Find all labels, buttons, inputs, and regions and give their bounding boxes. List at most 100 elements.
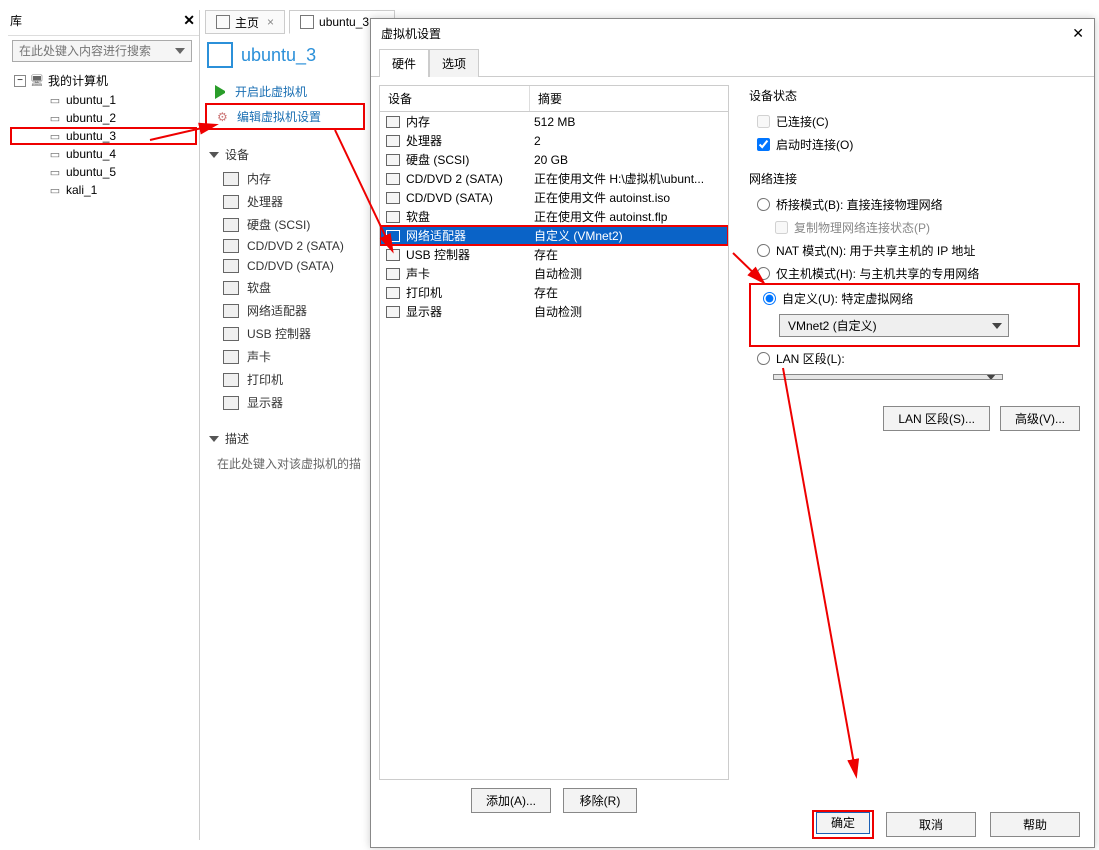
device-icon [386, 287, 400, 299]
tree-item-kali-1[interactable]: ▭kali_1 [10, 181, 197, 199]
device-nic[interactable]: 网络适配器 [205, 299, 365, 322]
tree-item-ubuntu-5[interactable]: ▭ubuntu_5 [10, 163, 197, 181]
disk-icon [223, 218, 239, 232]
table-row[interactable]: CD/DVD 2 (SATA)正在使用文件 H:\虚拟机\ubunt... [380, 169, 728, 188]
vm-icon: ▭ [48, 183, 62, 197]
device-icon [386, 306, 400, 318]
tree-item-ubuntu-2[interactable]: ▭ubuntu_2 [10, 109, 197, 127]
hostonly-radio[interactable]: 仅主机模式(H): 与主机共享的专用网络 [749, 262, 1080, 285]
state-header: 设备状态 [749, 87, 1080, 104]
custom-network-highlight: 自定义(U): 特定虚拟网络 VMnet2 (自定义) [749, 283, 1080, 347]
vm-icon: ▭ [48, 165, 62, 179]
advanced-button[interactable]: 高级(V)... [1000, 406, 1080, 431]
ok-highlight: 确定 [814, 812, 872, 837]
device-floppy[interactable]: 软盘 [205, 276, 365, 299]
library-panel: 库 ✕ − 🖥 我的计算机 ▭ubuntu_1 ▭ubuntu_2 ▭ubunt… [8, 10, 200, 840]
description-header: 描述 [209, 430, 365, 447]
add-button[interactable]: 添加(A)... [471, 788, 551, 813]
custom-radio[interactable]: 自定义(U): 特定虚拟网络 [755, 287, 1074, 310]
custom-network-select[interactable]: VMnet2 (自定义) [779, 314, 1009, 337]
table-row[interactable]: CD/DVD (SATA)正在使用文件 autoinst.iso [380, 188, 728, 207]
tree-item-ubuntu-3[interactable]: ▭ubuntu_3 [10, 127, 197, 145]
network-header: 网络连接 [749, 170, 1080, 187]
network-icon [223, 304, 239, 318]
vm-icon: ▭ [48, 93, 62, 107]
vm-icon: ▭ [48, 111, 62, 125]
display-icon [223, 396, 239, 410]
help-button[interactable]: 帮助 [990, 812, 1080, 837]
tab-home[interactable]: 主页× [205, 10, 285, 34]
vm-settings-dialog: 虚拟机设置 ✕ 硬件 选项 设备 摘要 内存512 MB处理器2硬盘 (SCSI)… [370, 18, 1095, 848]
table-row[interactable]: 打印机存在 [380, 283, 728, 302]
description-hint[interactable]: 在此处键入对该虚拟机的描 [205, 451, 365, 476]
remove-button[interactable]: 移除(R) [563, 788, 637, 813]
table-row[interactable]: USB 控制器存在 [380, 245, 728, 264]
device-printer[interactable]: 打印机 [205, 368, 365, 391]
memory-icon [223, 172, 239, 186]
play-icon [215, 85, 229, 99]
edit-settings-button[interactable]: ⚙编辑虚拟机设置 [205, 103, 365, 130]
device-cd[interactable]: CD/DVD (SATA) [205, 256, 365, 276]
tree-root[interactable]: − 🖥 我的计算机 [10, 70, 197, 91]
col-summary: 摘要 [530, 86, 728, 111]
lan-segment-select [773, 374, 1003, 380]
computer-icon: 🖥 [30, 74, 44, 88]
tab-hardware[interactable]: 硬件 [379, 49, 429, 77]
device-icon [386, 268, 400, 280]
devices-header: 设备 [209, 146, 365, 163]
device-icon [386, 116, 400, 128]
cd-icon [223, 239, 239, 253]
cd-icon [223, 259, 239, 273]
vm-icon [207, 42, 233, 68]
device-sound[interactable]: 声卡 [205, 345, 365, 368]
device-display[interactable]: 显示器 [205, 391, 365, 414]
device-settings-pane: 设备状态 已连接(C) 启动时连接(O) 网络连接 桥接模式(B): 直接连接物… [729, 85, 1086, 821]
table-row[interactable]: 显示器自动检测 [380, 302, 728, 321]
sound-icon [223, 350, 239, 364]
device-icon [386, 135, 400, 147]
nat-radio[interactable]: NAT 模式(N): 用于共享主机的 IP 地址 [749, 239, 1080, 262]
tab-options[interactable]: 选项 [429, 49, 479, 77]
home-icon [216, 15, 230, 29]
table-row[interactable]: 软盘正在使用文件 autoinst.flp [380, 207, 728, 226]
usb-icon [223, 327, 239, 341]
close-icon[interactable]: ✕ [183, 12, 195, 29]
device-cd2[interactable]: CD/DVD 2 (SATA) [205, 236, 365, 256]
bridged-radio[interactable]: 桥接模式(B): 直接连接物理网络 [749, 193, 1080, 216]
table-row[interactable]: 网络适配器自定义 (VMnet2) [380, 226, 728, 245]
close-icon[interactable]: ✕ [1072, 25, 1084, 42]
close-icon[interactable]: × [267, 15, 274, 29]
table-row[interactable]: 声卡自动检测 [380, 264, 728, 283]
connected-checkbox[interactable]: 已连接(C) [749, 110, 1080, 133]
tree-item-ubuntu-1[interactable]: ▭ubuntu_1 [10, 91, 197, 109]
device-icon [386, 249, 400, 261]
printer-icon [223, 373, 239, 387]
device-usb[interactable]: USB 控制器 [205, 322, 365, 345]
table-row[interactable]: 处理器2 [380, 131, 728, 150]
lan-segment-radio[interactable]: LAN 区段(L): [749, 347, 1080, 370]
tree-item-ubuntu-4[interactable]: ▭ubuntu_4 [10, 145, 197, 163]
device-cpu[interactable]: 处理器 [205, 190, 365, 213]
col-device: 设备 [380, 86, 530, 111]
settings-icon: ⚙ [217, 110, 231, 124]
connect-on-checkbox[interactable]: 启动时连接(O) [749, 133, 1080, 156]
ok-button[interactable]: 确定 [816, 812, 870, 834]
vm-tree: − 🖥 我的计算机 ▭ubuntu_1 ▭ubuntu_2 ▭ubuntu_3 … [8, 66, 199, 203]
device-disk[interactable]: 硬盘 (SCSI) [205, 213, 365, 236]
cpu-icon [223, 195, 239, 209]
collapse-icon[interactable]: − [14, 75, 26, 87]
search-input[interactable] [12, 40, 192, 62]
floppy-icon [223, 281, 239, 295]
start-vm-button[interactable]: 开启此虚拟机 [205, 80, 365, 103]
device-icon [386, 211, 400, 223]
device-table: 设备 摘要 内存512 MB处理器2硬盘 (SCSI)20 GBCD/DVD 2… [379, 85, 729, 780]
device-memory[interactable]: 内存 [205, 167, 365, 190]
replicate-checkbox: 复制物理网络连接状态(P) [749, 216, 1080, 239]
table-row[interactable]: 硬盘 (SCSI)20 GB [380, 150, 728, 169]
vm-icon [300, 15, 314, 29]
lan-segments-button[interactable]: LAN 区段(S)... [883, 406, 990, 431]
table-row[interactable]: 内存512 MB [380, 112, 728, 131]
dialog-title: 虚拟机设置 [381, 25, 441, 42]
cancel-button[interactable]: 取消 [886, 812, 976, 837]
vm-icon: ▭ [48, 147, 62, 161]
